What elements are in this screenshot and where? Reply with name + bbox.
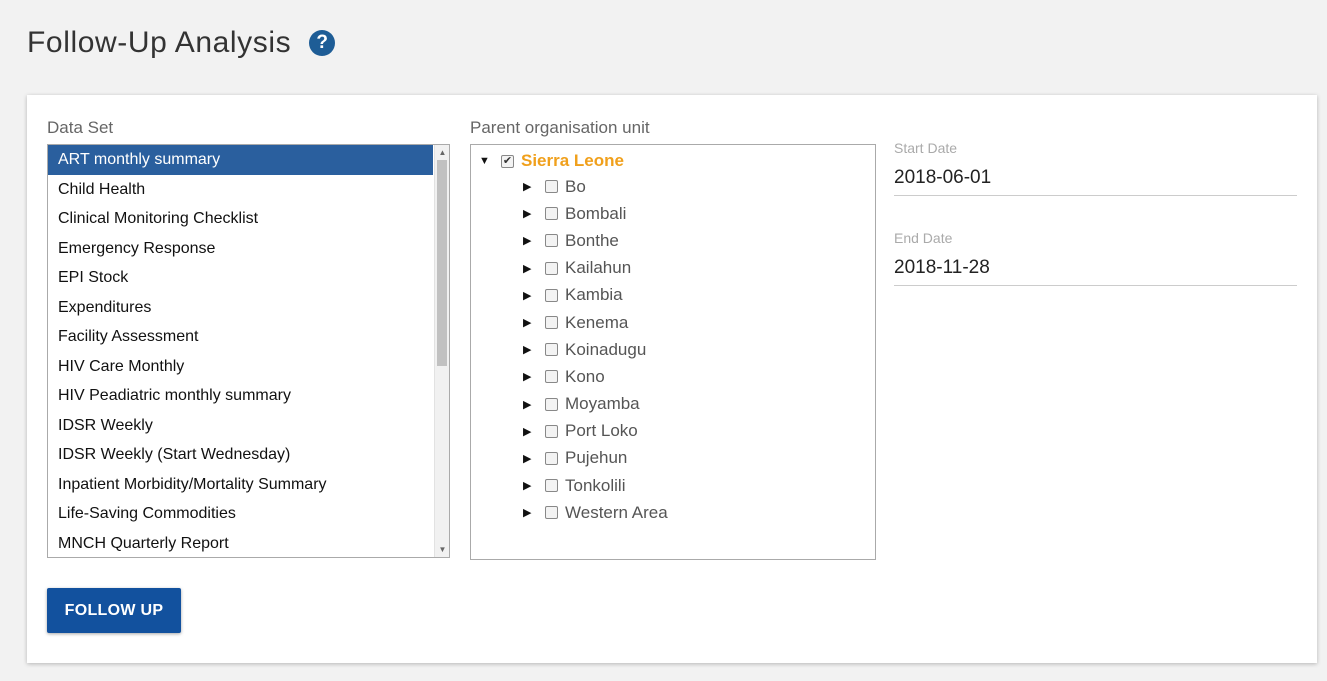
expand-arrow-icon[interactable]: ▶	[523, 316, 537, 329]
tree-node-checkbox[interactable]	[545, 451, 558, 465]
tree-node: ▶ Kailahun	[523, 255, 668, 282]
scroll-down-arrow-icon[interactable]: ▼	[435, 542, 449, 557]
dataset-option[interactable]: Life-Saving Commodities	[48, 499, 433, 529]
tree-node-label[interactable]: Bonthe	[565, 231, 619, 251]
end-date-value[interactable]: 2018-11-28	[894, 257, 1297, 285]
start-date-value[interactable]: 2018-06-01	[894, 167, 1297, 195]
end-date-field[interactable]: End Date 2018-11-28	[894, 230, 1297, 286]
org-unit-label: Parent organisation unit	[470, 118, 650, 137]
tree-node-checkbox[interactable]	[545, 288, 558, 302]
expand-arrow-icon[interactable]: ▶	[523, 370, 537, 383]
org-unit-tree: ▼ ✔ Sierra Leone ▶ Bo ▶ Bombali ▶ Bonthe ▶ Kail…	[470, 144, 876, 560]
scroll-up-arrow-icon[interactable]: ▲	[435, 145, 449, 160]
tree-root-node: ▼ ✔ Sierra Leone	[479, 150, 624, 172]
tree-node: ▶ Bombali	[523, 200, 668, 227]
dataset-option[interactable]: Emergency Response	[48, 234, 433, 264]
tree-node-label[interactable]: Koinadugu	[565, 340, 646, 360]
tree-node: ▶ Pujehun	[523, 445, 668, 472]
collapse-arrow-icon[interactable]: ▼	[479, 155, 493, 167]
page-header: Follow-Up Analysis ?	[27, 26, 336, 60]
expand-arrow-icon[interactable]: ▶	[523, 398, 537, 411]
tree-node-checkbox[interactable]	[545, 397, 558, 411]
dataset-label: Data Set	[47, 118, 114, 137]
expand-arrow-icon[interactable]: ▶	[523, 452, 537, 465]
help-icon[interactable]: ?	[309, 30, 336, 56]
expand-arrow-icon[interactable]: ▶	[523, 343, 537, 356]
tree-node-label[interactable]: Western Area	[565, 503, 668, 523]
tree-node-checkbox[interactable]	[545, 370, 558, 384]
tree-node-label[interactable]: Kailahun	[565, 258, 631, 278]
follow-up-button[interactable]: FOLLOW UP	[47, 588, 181, 633]
dataset-option[interactable]: ART monthly summary	[48, 145, 433, 175]
tree-node-checkbox[interactable]	[545, 261, 558, 275]
dataset-option[interactable]: MNCH Quarterly Report	[48, 529, 433, 558]
dataset-option[interactable]: HIV Peadiatric monthly summary	[48, 381, 433, 411]
page-title: Follow-Up Analysis	[27, 26, 292, 59]
tree-node-checkbox[interactable]	[545, 479, 558, 493]
dataset-option[interactable]: Expenditures	[48, 293, 433, 323]
tree-node: ▶ Moyamba	[523, 391, 668, 418]
tree-node: ▶ Bo	[523, 173, 668, 200]
dataset-options: ART monthly summary Child Health Clinical …	[48, 145, 433, 558]
tree-node: ▶ Western Area	[523, 499, 668, 526]
dataset-option[interactable]: Inpatient Morbidity/Mortality Summary	[48, 470, 433, 500]
tree-node-checkbox[interactable]	[545, 316, 558, 330]
tree-node: ▶ Kambia	[523, 282, 668, 309]
dataset-option[interactable]: IDSR Weekly (Start Wednesday)	[48, 440, 433, 470]
dataset-option[interactable]: Child Health	[48, 175, 433, 205]
tree-node-checkbox[interactable]	[545, 234, 558, 248]
expand-arrow-icon[interactable]: ▶	[523, 180, 537, 193]
tree-node-checkbox[interactable]	[545, 424, 558, 438]
tree-node-label[interactable]: Kenema	[565, 313, 628, 333]
expand-arrow-icon[interactable]: ▶	[523, 234, 537, 247]
dataset-listbox[interactable]: ART monthly summary Child Health Clinical …	[47, 144, 450, 558]
dataset-option[interactable]: Clinical Monitoring Checklist	[48, 204, 433, 234]
tree-node: ▶ Tonkolili	[523, 472, 668, 499]
expand-arrow-icon[interactable]: ▶	[523, 262, 537, 275]
tree-node-label[interactable]: Pujehun	[565, 448, 627, 468]
tree-node-checkbox[interactable]	[545, 180, 558, 194]
start-date-label: Start Date	[894, 140, 958, 156]
tree-node: ▶ Kono	[523, 363, 668, 390]
dataset-option[interactable]: HIV Care Monthly	[48, 352, 433, 382]
start-date-field[interactable]: Start Date 2018-06-01	[894, 140, 1297, 196]
tree-node-label[interactable]: Port Loko	[565, 421, 638, 441]
tree-node-checkbox[interactable]	[545, 506, 558, 520]
tree-node-label[interactable]: Bombali	[565, 204, 626, 224]
tree-node-label[interactable]: Kono	[565, 367, 605, 387]
tree-node-label[interactable]: Tonkolili	[565, 476, 625, 496]
scroll-thumb[interactable]	[437, 160, 447, 366]
tree-node-checkbox[interactable]	[545, 343, 558, 357]
dataset-option[interactable]: EPI Stock	[48, 263, 433, 293]
tree-node: ▶ Koinadugu	[523, 336, 668, 363]
tree-root-label[interactable]: Sierra Leone	[521, 151, 624, 171]
expand-arrow-icon[interactable]: ▶	[523, 289, 537, 302]
tree-node-checkbox[interactable]	[545, 207, 558, 221]
analysis-card: Data Set Parent organisation unit ART mo…	[27, 95, 1317, 663]
end-date-label: End Date	[894, 230, 953, 246]
tree-node: ▶ Bonthe	[523, 227, 668, 254]
expand-arrow-icon[interactable]: ▶	[523, 506, 537, 519]
expand-arrow-icon[interactable]: ▶	[523, 479, 537, 492]
tree-node-label[interactable]: Kambia	[565, 285, 623, 305]
expand-arrow-icon[interactable]: ▶	[523, 207, 537, 220]
root-checkbox[interactable]: ✔	[501, 154, 514, 168]
tree-node: ▶ Port Loko	[523, 418, 668, 445]
tree-node-label[interactable]: Bo	[565, 177, 586, 197]
listbox-scrollbar[interactable]: ▲ ▼	[434, 145, 449, 557]
tree-children: ▶ Bo ▶ Bombali ▶ Bonthe ▶ Kailahun ▶ Kambia ▶ Kenem…	[523, 173, 668, 526]
dataset-option[interactable]: Facility Assessment	[48, 322, 433, 352]
tree-node-label[interactable]: Moyamba	[565, 394, 640, 414]
dataset-option[interactable]: IDSR Weekly	[48, 411, 433, 441]
expand-arrow-icon[interactable]: ▶	[523, 425, 537, 438]
tree-node: ▶ Kenema	[523, 309, 668, 336]
